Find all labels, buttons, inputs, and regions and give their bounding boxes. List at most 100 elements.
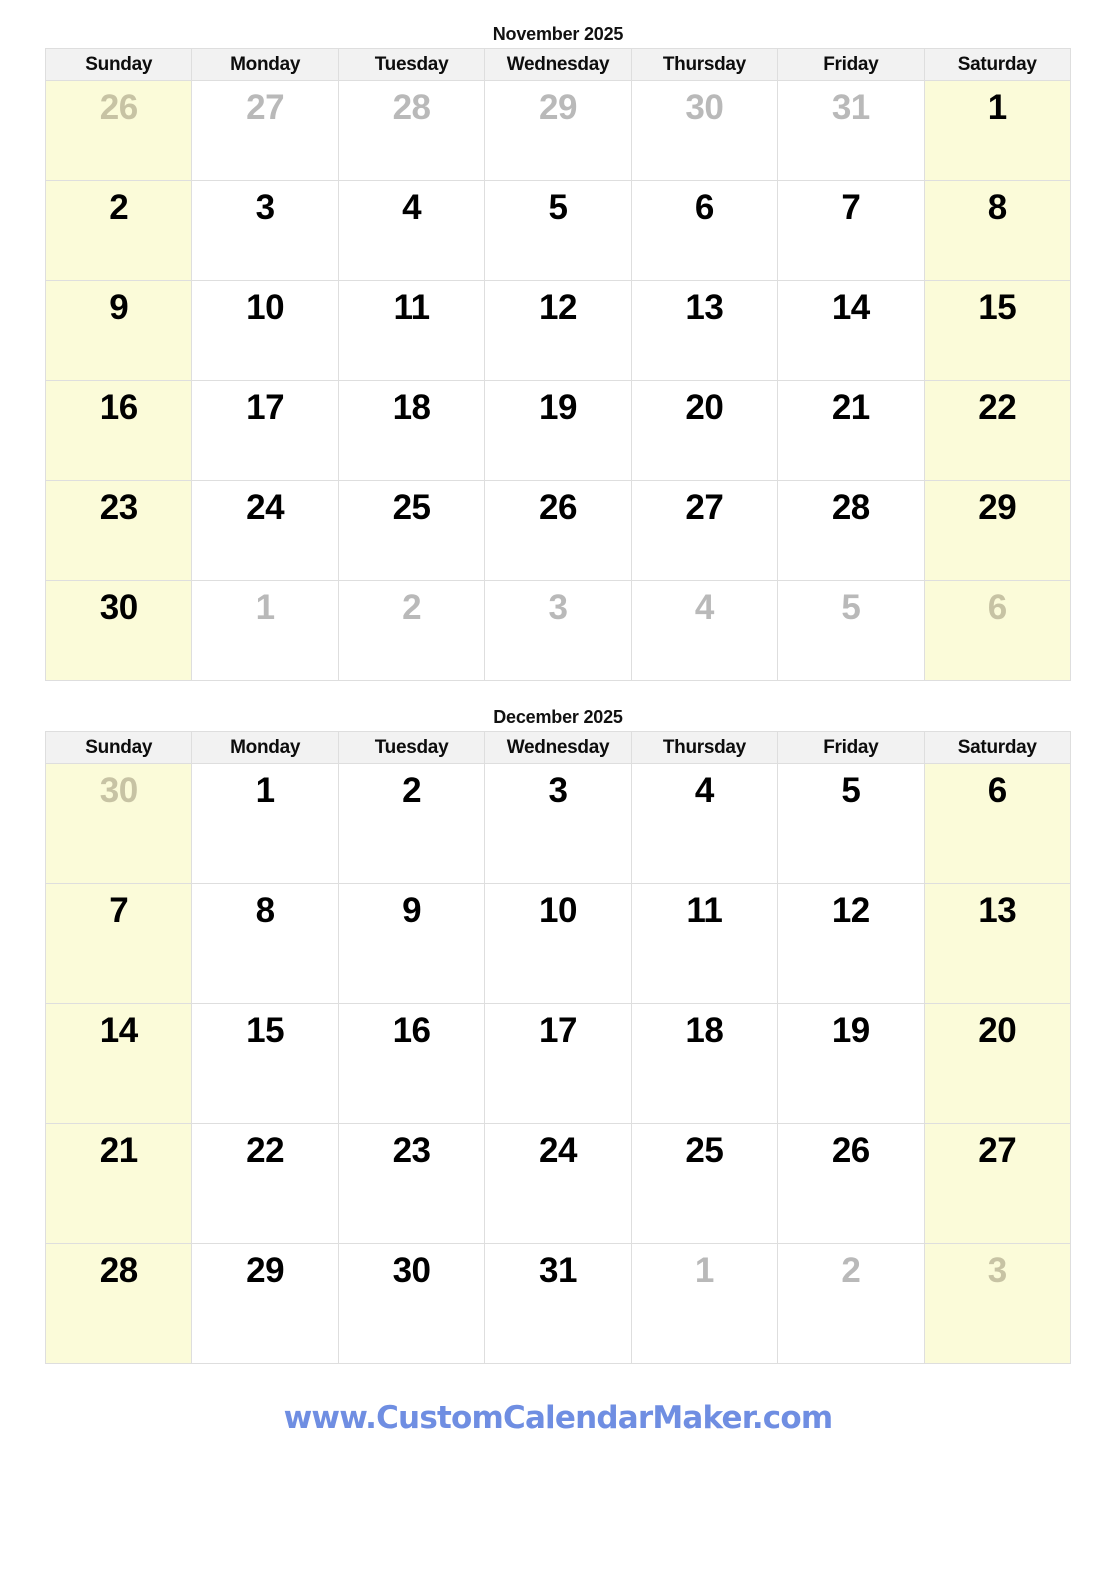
day-cell[interactable]: 24 bbox=[191, 480, 339, 581]
day-number: 9 bbox=[402, 891, 422, 930]
day-cell[interactable]: 3 bbox=[191, 180, 339, 281]
day-cell[interactable]: 10 bbox=[191, 280, 339, 381]
day-cell[interactable]: 25 bbox=[630, 1123, 779, 1244]
day-cell[interactable]: 2 bbox=[44, 180, 193, 281]
day-cell[interactable]: 17 bbox=[191, 380, 339, 481]
calendar-week-row: 9 10 11 12 13 14 15 bbox=[44, 280, 1072, 381]
day-number: 1 bbox=[255, 588, 275, 627]
day-cell[interactable]: 5 bbox=[777, 580, 925, 681]
day-cell[interactable]: 7 bbox=[44, 883, 193, 1004]
weekday-header-row: Sunday Monday Tuesday Wednesday Thursday Frid… bbox=[44, 731, 1072, 764]
footer: www.CustomCalendarMaker.com bbox=[0, 1400, 1116, 1436]
day-cell[interactable]: 12 bbox=[484, 280, 632, 381]
day-number: 30 bbox=[99, 771, 138, 810]
day-cell[interactable]: 26 bbox=[44, 80, 193, 181]
day-cell[interactable]: 25 bbox=[337, 480, 486, 581]
day-cell[interactable]: 27 bbox=[191, 80, 339, 181]
day-cell[interactable]: 7 bbox=[777, 180, 925, 281]
website-link[interactable]: www.CustomCalendarMaker.com bbox=[284, 1400, 834, 1436]
day-number: 12 bbox=[539, 288, 577, 327]
day-cell[interactable]: 22 bbox=[923, 380, 1072, 481]
day-cell[interactable]: 4 bbox=[630, 763, 779, 884]
day-cell[interactable]: 1 bbox=[630, 1243, 779, 1364]
day-cell[interactable]: 30 bbox=[44, 580, 193, 681]
day-cell[interactable]: 18 bbox=[630, 1003, 779, 1124]
day-cell[interactable]: 6 bbox=[923, 580, 1072, 681]
day-cell[interactable]: 15 bbox=[191, 1003, 339, 1124]
day-cell[interactable]: 2 bbox=[337, 580, 486, 681]
day-number: 22 bbox=[246, 1131, 285, 1170]
day-cell[interactable]: 5 bbox=[484, 180, 632, 281]
day-cell[interactable]: 17 bbox=[484, 1003, 632, 1124]
day-cell[interactable]: 1 bbox=[191, 763, 339, 884]
day-cell[interactable]: 20 bbox=[923, 1003, 1072, 1124]
day-number: 11 bbox=[686, 891, 723, 930]
day-cell[interactable]: 18 bbox=[337, 380, 486, 481]
day-cell[interactable]: 14 bbox=[777, 280, 925, 381]
day-cell[interactable]: 21 bbox=[44, 1123, 193, 1244]
day-cell[interactable]: 30 bbox=[630, 80, 779, 181]
day-cell[interactable]: 28 bbox=[44, 1243, 193, 1364]
day-cell[interactable]: 9 bbox=[44, 280, 193, 381]
day-number: 28 bbox=[99, 1251, 138, 1290]
day-cell[interactable]: 5 bbox=[777, 763, 925, 884]
day-cell[interactable]: 28 bbox=[777, 480, 925, 581]
day-number: 21 bbox=[99, 1131, 138, 1170]
day-cell[interactable]: 9 bbox=[337, 883, 486, 1004]
day-cell[interactable]: 11 bbox=[337, 280, 486, 381]
day-number: 13 bbox=[685, 288, 724, 327]
day-cell[interactable]: 29 bbox=[484, 80, 632, 181]
day-cell[interactable]: 1 bbox=[923, 80, 1072, 181]
day-cell[interactable]: 1 bbox=[191, 580, 339, 681]
day-number: 6 bbox=[987, 588, 1007, 627]
day-number: 28 bbox=[392, 88, 431, 127]
day-cell[interactable]: 3 bbox=[923, 1243, 1072, 1364]
day-cell[interactable]: 16 bbox=[337, 1003, 486, 1124]
day-cell[interactable]: 22 bbox=[191, 1123, 339, 1244]
day-number: 11 bbox=[393, 288, 431, 327]
day-cell[interactable]: 27 bbox=[630, 480, 779, 581]
day-cell[interactable]: 6 bbox=[923, 763, 1072, 884]
day-cell[interactable]: 11 bbox=[630, 883, 779, 1004]
day-cell[interactable]: 31 bbox=[777, 80, 925, 181]
day-cell[interactable]: 13 bbox=[630, 280, 779, 381]
day-cell[interactable]: 21 bbox=[777, 380, 925, 481]
day-cell[interactable]: 16 bbox=[44, 380, 193, 481]
day-number: 23 bbox=[99, 488, 138, 527]
day-cell[interactable]: 2 bbox=[777, 1243, 925, 1364]
day-cell[interactable]: 4 bbox=[630, 580, 779, 681]
day-cell[interactable]: 27 bbox=[923, 1123, 1072, 1244]
day-number: 30 bbox=[685, 88, 724, 127]
day-cell[interactable]: 23 bbox=[44, 480, 193, 581]
day-cell[interactable]: 14 bbox=[44, 1003, 193, 1124]
day-number: 13 bbox=[978, 891, 1017, 930]
day-cell[interactable]: 12 bbox=[777, 883, 925, 1004]
day-cell[interactable]: 30 bbox=[44, 763, 193, 884]
month-title: December 2025 bbox=[493, 707, 623, 727]
day-cell[interactable]: 15 bbox=[923, 280, 1072, 381]
day-cell[interactable]: 6 bbox=[630, 180, 779, 281]
day-cell[interactable]: 29 bbox=[923, 480, 1072, 581]
day-cell[interactable]: 2 bbox=[337, 763, 486, 884]
day-cell[interactable]: 8 bbox=[923, 180, 1072, 281]
day-number: 4 bbox=[402, 188, 422, 227]
day-cell[interactable]: 26 bbox=[484, 480, 632, 581]
day-cell[interactable]: 3 bbox=[484, 580, 632, 681]
day-cell[interactable]: 3 bbox=[484, 763, 632, 884]
day-cell[interactable]: 29 bbox=[191, 1243, 339, 1364]
day-cell[interactable]: 31 bbox=[484, 1243, 632, 1364]
day-number: 1 bbox=[255, 771, 275, 810]
day-cell[interactable]: 8 bbox=[191, 883, 339, 1004]
weekday-header-wednesday: Wednesday bbox=[484, 731, 632, 764]
day-cell[interactable]: 20 bbox=[630, 380, 779, 481]
day-cell[interactable]: 19 bbox=[484, 380, 632, 481]
day-cell[interactable]: 19 bbox=[777, 1003, 925, 1124]
day-cell[interactable]: 30 bbox=[337, 1243, 486, 1364]
day-cell[interactable]: 26 bbox=[777, 1123, 925, 1244]
day-cell[interactable]: 13 bbox=[923, 883, 1072, 1004]
day-cell[interactable]: 23 bbox=[337, 1123, 486, 1244]
day-cell[interactable]: 28 bbox=[337, 80, 486, 181]
day-cell[interactable]: 10 bbox=[484, 883, 632, 1004]
day-cell[interactable]: 4 bbox=[337, 180, 486, 281]
day-cell[interactable]: 24 bbox=[484, 1123, 632, 1244]
